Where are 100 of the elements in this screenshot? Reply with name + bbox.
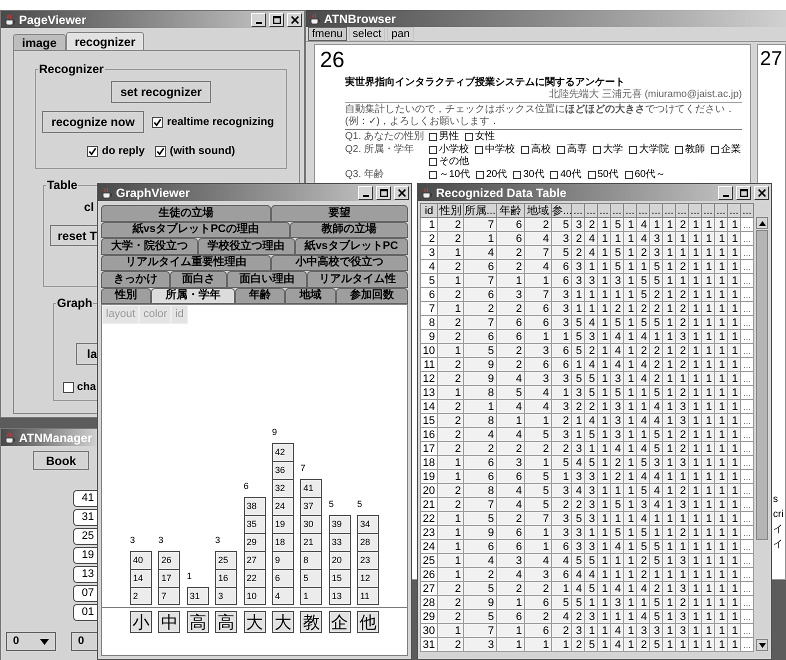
tab[interactable]: 年齢 bbox=[234, 288, 286, 304]
page-button[interactable]: 41 bbox=[73, 490, 97, 507]
option-label: 高専 bbox=[567, 144, 587, 156]
page-button[interactable]: 01 bbox=[73, 604, 97, 621]
id-box: 7 bbox=[158, 587, 180, 605]
column-header: ... bbox=[584, 204, 598, 218]
page-button[interactable]: 13 bbox=[73, 566, 97, 583]
tab[interactable]: 紙vsタブレットPC bbox=[294, 238, 408, 254]
window-title: PageViewer bbox=[19, 14, 86, 26]
minimize-button[interactable] bbox=[251, 12, 266, 26]
close-icon bbox=[290, 16, 298, 24]
column-header: 性別 bbox=[438, 204, 464, 218]
menu-tab[interactable]: select bbox=[348, 27, 386, 41]
id-box: 31 bbox=[186, 587, 209, 605]
page-button[interactable]: 19 bbox=[73, 547, 97, 564]
id-box: 8 bbox=[300, 551, 322, 569]
page-button[interactable]: 31 bbox=[73, 509, 97, 526]
table-cell: 9 bbox=[464, 526, 496, 540]
tab[interactable]: きっかけ bbox=[101, 271, 170, 288]
question-label: Q1. あなたの性別 bbox=[345, 131, 425, 143]
table-cell: 5 bbox=[464, 344, 496, 358]
tab[interactable]: 学校役立つ理由 bbox=[198, 238, 295, 254]
column-header: ... bbox=[624, 204, 636, 218]
table-cell: 22 bbox=[420, 512, 438, 526]
question-label: Q2. 所属・学年 bbox=[345, 144, 415, 156]
category-label: 教 bbox=[300, 611, 322, 633]
option-label: 20代 bbox=[486, 169, 508, 181]
maximize-button[interactable] bbox=[736, 186, 751, 200]
category-label: 高 bbox=[215, 611, 238, 633]
tab[interactable]: 教師の立場 bbox=[290, 222, 408, 238]
table-cell: 6 bbox=[464, 470, 496, 484]
table-cell: 6 bbox=[464, 330, 496, 344]
tab[interactable]: 面白い理由 bbox=[227, 271, 306, 288]
table-cell: 5 bbox=[464, 610, 496, 624]
tab[interactable]: 性別 bbox=[101, 288, 152, 304]
dropdown[interactable]: 0 bbox=[6, 632, 56, 651]
option-box bbox=[588, 171, 596, 179]
recognize-now-button[interactable]: recognize now bbox=[42, 111, 144, 133]
tab[interactable]: 紙vsタブレットPCの理由 bbox=[101, 222, 290, 238]
menu-tab[interactable]: fmenu bbox=[308, 27, 347, 41]
tab[interactable]: リアルタイム重要性理由 bbox=[101, 254, 271, 271]
page-button[interactable]: 25 bbox=[73, 528, 97, 545]
tab[interactable]: 地域 bbox=[285, 288, 336, 304]
id-box: 42 bbox=[272, 443, 294, 461]
set-recognizer-button[interactable]: set recognizer bbox=[111, 81, 211, 103]
table-cell: 2 bbox=[420, 232, 438, 246]
scrollbar[interactable] bbox=[756, 217, 768, 651]
table-cell: 7 bbox=[464, 218, 496, 232]
id-box: 3 bbox=[215, 587, 238, 605]
id-box: 32 bbox=[272, 479, 294, 497]
tab[interactable]: image bbox=[13, 34, 66, 50]
id-box: 17 bbox=[158, 569, 180, 587]
id-box: 14 bbox=[130, 569, 152, 587]
table-cell: 6 bbox=[496, 610, 524, 624]
close-button[interactable] bbox=[287, 12, 302, 26]
reset-button[interactable]: reset T bbox=[50, 225, 97, 246]
minimize-button[interactable] bbox=[718, 186, 733, 200]
table-cell: 6 bbox=[464, 456, 496, 470]
close-button[interactable] bbox=[394, 186, 409, 200]
scroll-thumb[interactable] bbox=[756, 230, 768, 540]
column-header: 参... bbox=[552, 204, 572, 218]
scroll-up-button[interactable] bbox=[756, 217, 768, 229]
count-label: 3 bbox=[215, 536, 222, 545]
id-box: 25 bbox=[215, 551, 238, 569]
tab[interactable]: リアルタイム性 bbox=[306, 271, 408, 288]
option-box bbox=[475, 146, 483, 154]
table-cell: 2 bbox=[464, 302, 496, 316]
table-cell: 1 bbox=[496, 414, 524, 428]
page-button[interactable]: 07 bbox=[73, 585, 97, 602]
dropdown[interactable]: 0 bbox=[71, 632, 97, 651]
tab[interactable]: 要望 bbox=[271, 205, 408, 222]
checkbox[interactable] bbox=[154, 146, 166, 157]
column-header: ... bbox=[598, 204, 610, 218]
category-label: 大 bbox=[272, 611, 294, 633]
table-cell: 8 bbox=[464, 414, 496, 428]
tab[interactable]: 大学・院役立つ bbox=[101, 238, 198, 254]
minimize-button[interactable] bbox=[358, 186, 373, 200]
maximize-button[interactable] bbox=[376, 186, 391, 200]
maximize-button[interactable] bbox=[269, 12, 284, 26]
tab[interactable]: 生徒の立場 bbox=[101, 205, 271, 222]
button[interactable]: la bbox=[76, 343, 97, 365]
table-cell: 13 bbox=[420, 386, 438, 400]
close-button[interactable] bbox=[754, 186, 769, 200]
category-label: 大 bbox=[244, 611, 266, 633]
maximize-icon bbox=[272, 16, 280, 24]
maximize-icon bbox=[380, 188, 388, 196]
tab[interactable]: recognizer bbox=[66, 32, 144, 50]
checkbox[interactable] bbox=[63, 382, 74, 393]
book-button[interactable]: Book bbox=[33, 451, 89, 470]
tab[interactable]: 面白さ bbox=[170, 271, 227, 288]
tab[interactable]: 小中高校で役立つ bbox=[271, 254, 408, 271]
menu-tab[interactable]: pan bbox=[387, 27, 414, 41]
table-cell: 2 bbox=[496, 512, 524, 526]
tab[interactable]: 参加回数 bbox=[336, 288, 408, 304]
scroll-down-button[interactable] bbox=[756, 639, 768, 651]
checkbox[interactable] bbox=[86, 146, 98, 157]
tab[interactable]: 所属・学年 bbox=[151, 288, 235, 304]
table-cell: 29 bbox=[420, 610, 438, 624]
column-header: id bbox=[420, 204, 438, 218]
checkbox[interactable] bbox=[152, 116, 163, 128]
